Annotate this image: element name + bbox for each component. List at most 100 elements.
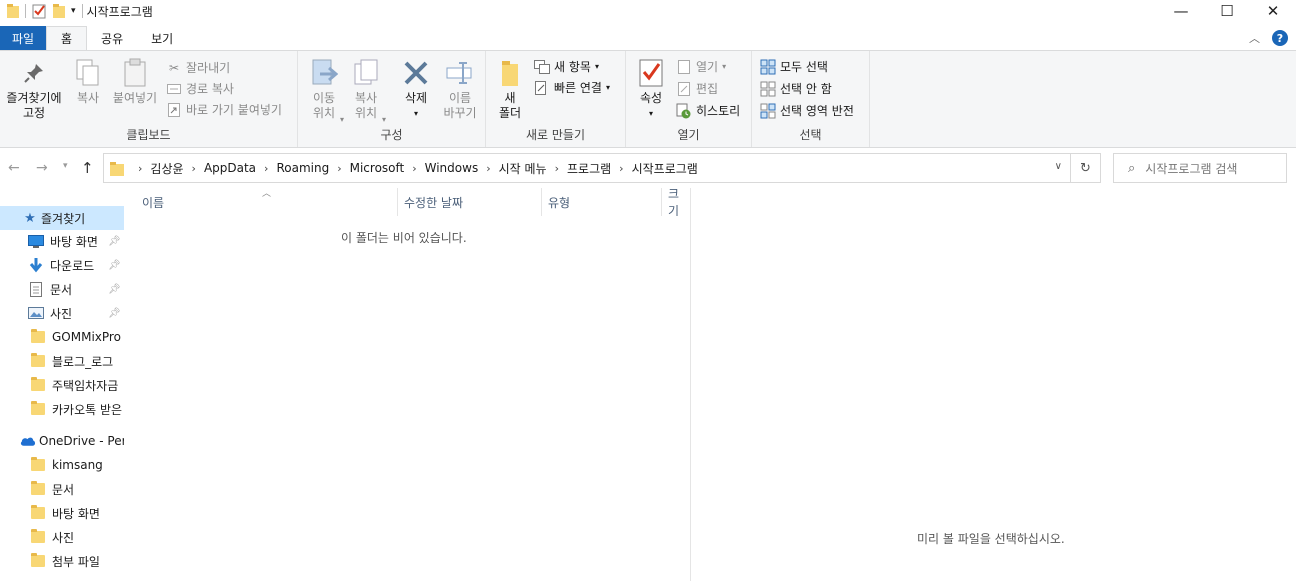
move-to-label: 이동 위치 bbox=[312, 91, 336, 120]
open-icon bbox=[676, 59, 692, 75]
select-all-icon bbox=[760, 59, 776, 75]
nav-label: 사진 bbox=[52, 530, 75, 545]
back-arrow-icon[interactable]: ← bbox=[8, 160, 20, 176]
column-headers: 이름 수정한 날짜 유형 크기 bbox=[124, 188, 690, 216]
pin-icon[interactable]: 📌︎ bbox=[108, 284, 121, 295]
nav-item-folder[interactable]: 주택임차자금 bbox=[0, 373, 124, 397]
maximize-button[interactable]: ☐ bbox=[1204, 0, 1250, 22]
breadcrumb-item[interactable]: Windows bbox=[419, 161, 485, 175]
pin-icon[interactable]: 📌︎ bbox=[108, 236, 121, 247]
nav-item-folder[interactable]: 블로그_로그 bbox=[0, 349, 124, 373]
properties-label: 속성 bbox=[639, 91, 663, 105]
breadcrumb-item[interactable]: 시작프로그램 bbox=[626, 160, 704, 177]
column-header-name[interactable]: 이름 bbox=[136, 188, 398, 216]
address-bar[interactable]: › 김상윤 › AppData › Roaming › Microsoft › … bbox=[103, 153, 1101, 183]
preview-pane-divider[interactable] bbox=[690, 188, 691, 581]
nav-item-desktop[interactable]: 바탕 화면 📌︎ bbox=[0, 229, 124, 253]
breadcrumb: › 김상윤 › AppData › Roaming › Microsoft › … bbox=[104, 160, 704, 177]
cut-button[interactable]: ✂ 잘라내기 bbox=[166, 59, 230, 76]
up-arrow-icon[interactable]: ↑ bbox=[81, 159, 94, 177]
copy-path-label: 경로 복사 bbox=[186, 82, 234, 96]
clipboard-group: 즐겨찾기에 고정 복사 붙여넣기 ✂ 잘라내기 경로 복사 바로 가기 붙여넣기… bbox=[0, 51, 298, 147]
history-button[interactable]: 히스토리 bbox=[676, 102, 740, 119]
nav-quick-access[interactable]: ★ 즐겨찾기 bbox=[0, 206, 124, 230]
paste-icon bbox=[119, 57, 151, 89]
pin-quick-access-button[interactable]: 즐겨찾기에 고정 bbox=[4, 57, 64, 121]
select-all-button[interactable]: 모두 선택 bbox=[760, 58, 828, 75]
recent-locations-icon[interactable]: ▾ bbox=[63, 161, 68, 171]
tab-view[interactable]: 보기 bbox=[137, 26, 187, 50]
forward-arrow-icon[interactable]: → bbox=[36, 160, 48, 176]
nav-item-pictures[interactable]: 사진 📌︎ bbox=[0, 301, 124, 325]
chevron-right-icon[interactable]: › bbox=[335, 162, 343, 175]
nav-item-documents[interactable]: 문서 📌︎ bbox=[0, 277, 124, 301]
copy-to-button[interactable]: 복사 위치 ▾ bbox=[348, 57, 386, 124]
chevron-right-icon[interactable]: › bbox=[190, 162, 198, 175]
nav-item-folder[interactable]: 사진 bbox=[0, 525, 124, 549]
rename-button[interactable]: 이름 바꾸기 bbox=[438, 57, 482, 121]
breadcrumb-item[interactable]: AppData bbox=[198, 161, 262, 175]
paste-button[interactable]: 붙여넣기 bbox=[110, 57, 160, 106]
copy-path-button[interactable]: 경로 복사 bbox=[166, 80, 234, 97]
invert-selection-button[interactable]: 선택 영역 반전 bbox=[760, 102, 854, 119]
new-folder-button[interactable]: 새 폴더 bbox=[494, 57, 526, 121]
desktop-icon bbox=[28, 233, 44, 249]
nav-onedrive[interactable]: OneDrive - Per bbox=[0, 429, 124, 453]
properties-button[interactable]: 속성 ▾ bbox=[636, 57, 666, 121]
nav-item-folder[interactable]: 문서 bbox=[0, 477, 124, 501]
folder-icon bbox=[30, 481, 46, 497]
folder-icon bbox=[30, 553, 46, 569]
open-button[interactable]: 열기 ▾ bbox=[676, 58, 726, 75]
nav-label: 문서 bbox=[50, 282, 73, 297]
pin-icon[interactable]: 📌︎ bbox=[108, 260, 121, 271]
column-header-date[interactable]: 수정한 날짜 bbox=[398, 188, 542, 216]
nav-item-folder[interactable]: 바탕 화면 bbox=[0, 501, 124, 525]
close-button[interactable]: ✕ bbox=[1250, 0, 1296, 22]
breadcrumb-item[interactable]: Microsoft bbox=[344, 161, 411, 175]
select-none-button[interactable]: 선택 안 함 bbox=[760, 80, 832, 97]
refresh-icon[interactable]: ↻ bbox=[1070, 154, 1100, 182]
breadcrumb-item[interactable]: 시작 메뉴 bbox=[493, 160, 553, 177]
help-icon[interactable]: ? bbox=[1272, 30, 1288, 46]
chevron-right-icon[interactable]: › bbox=[262, 162, 270, 175]
nav-item-downloads[interactable]: 다운로드 📌︎ bbox=[0, 253, 124, 277]
edit-button[interactable]: 편집 bbox=[676, 80, 718, 97]
delete-button[interactable]: 삭제 ▾ bbox=[398, 57, 434, 121]
nav-item-folder[interactable]: kimsang bbox=[0, 453, 124, 477]
folder-icon bbox=[7, 4, 19, 18]
nav-label: OneDrive - Per bbox=[39, 434, 124, 448]
tab-share[interactable]: 공유 bbox=[87, 26, 137, 50]
tab-file[interactable]: 파일 bbox=[0, 26, 46, 50]
chevron-right-icon[interactable]: › bbox=[484, 162, 492, 175]
delete-icon bbox=[400, 57, 432, 89]
move-to-button[interactable]: 이동 위치 ▾ bbox=[306, 57, 344, 124]
breadcrumb-item[interactable]: Roaming bbox=[270, 161, 335, 175]
nav-item-folder[interactable]: GOMMixPro bbox=[0, 325, 124, 349]
nav-label: 바탕 화면 bbox=[52, 506, 100, 521]
chevron-right-icon[interactable]: › bbox=[553, 162, 561, 175]
breadcrumb-item[interactable]: 김상윤 bbox=[144, 160, 189, 177]
chevron-right-icon[interactable]: › bbox=[410, 162, 418, 175]
minimize-button[interactable]: — bbox=[1158, 0, 1204, 22]
pin-label: 즐겨찾기에 고정 bbox=[6, 91, 62, 120]
properties-icon[interactable] bbox=[31, 3, 47, 19]
breadcrumb-item[interactable]: 프로그램 bbox=[561, 160, 617, 177]
new-folder-icon[interactable] bbox=[52, 3, 66, 19]
pin-icon[interactable]: 📌︎ bbox=[108, 308, 121, 319]
paste-shortcut-button[interactable]: 바로 가기 붙여넣기 bbox=[166, 101, 282, 118]
easy-access-button[interactable]: 빠른 연결 ▾ bbox=[534, 79, 610, 96]
collapse-ribbon-icon[interactable]: ︿ bbox=[1249, 30, 1260, 46]
document-icon bbox=[28, 281, 44, 297]
column-header-size[interactable]: 크기 bbox=[662, 188, 690, 216]
column-header-type[interactable]: 유형 bbox=[542, 188, 662, 216]
nav-item-folder[interactable]: 카카오톡 받은 bbox=[0, 397, 124, 421]
copy-button[interactable]: 복사 bbox=[72, 57, 104, 106]
search-input[interactable]: ⌕ 시작프로그램 검색 bbox=[1113, 153, 1287, 183]
new-item-button[interactable]: 새 항목 ▾ bbox=[534, 58, 599, 75]
nav-item-folder[interactable]: 첨부 파일 bbox=[0, 549, 124, 573]
chevron-right-icon[interactable]: › bbox=[617, 162, 625, 175]
customize-toolbar-icon[interactable]: ▾ bbox=[71, 6, 76, 16]
tab-home[interactable]: 홈 bbox=[46, 26, 88, 50]
address-dropdown-icon[interactable]: ∨ bbox=[1055, 161, 1062, 172]
folder-icon bbox=[30, 329, 46, 345]
